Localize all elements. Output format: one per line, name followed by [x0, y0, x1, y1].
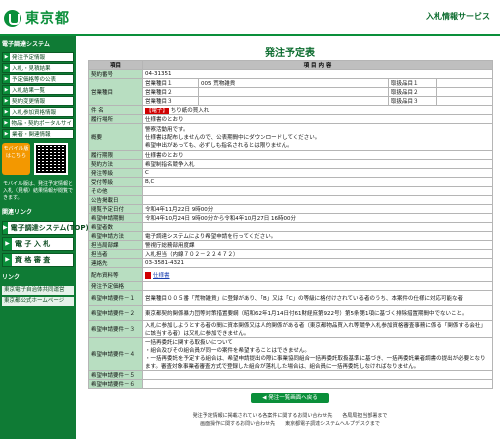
table-row: 担当者 入札担当（内線７０２－２２４７２）: [88, 249, 493, 259]
tokyo-emblem-icon: [4, 9, 21, 27]
table-row: 希望申請要件－６: [88, 379, 493, 389]
table-row: 担当局部課 警視庁総務部用度課: [88, 240, 493, 250]
table-row: 受付等級 B,C: [88, 177, 493, 187]
logo-text: 東京都: [25, 11, 70, 27]
table-header: 項目 項 目 内 容: [88, 60, 493, 70]
table-row: 契約番号 04-31351: [88, 69, 493, 79]
table-row: 配布資料等 仕様書: [88, 267, 493, 282]
footer: 発注予定情報に掲載されている各案件に関するお問い合わせ先 各局局担当部署まで 画…: [88, 412, 492, 428]
arrow-icon: ▶: [3, 254, 12, 266]
table-row: 閲覧予定日付 令和4年11月22日 9時00分: [88, 204, 493, 214]
arrow-icon: ▶: [3, 86, 10, 94]
footer-line: 画面操作に関するお問い合わせ先 東京都電子調達システムヘルプデスクまで: [200, 421, 380, 427]
table-row: 営業種目２ 取扱品目２: [89, 87, 493, 97]
table-row: 営業種目 営業種目１ 005 荒物雑貨 取扱品目１: [88, 78, 493, 106]
sidebar-links-head: 関連リンク: [2, 209, 33, 216]
sidebar-item-portal[interactable]: ▶ 物品・契約ポータルサイト: [2, 118, 74, 128]
table-row: 希望申請要件－５: [88, 370, 493, 380]
sidebar-item-vendor[interactable]: ▶ 業者・関連情報: [2, 129, 74, 139]
table-row: 発注予定価格: [88, 281, 493, 291]
sidebar-item-order-plan[interactable]: ▶ 発注予定情報: [2, 52, 74, 62]
table-row: 希望申請要件－２ 東京都契約関係暴力団等対策措置要綱（昭和62年1月14日付61財…: [88, 305, 493, 321]
link-e-gov[interactable]: 東京電子自治体共同運営: [2, 286, 74, 295]
sidebar-item-results[interactable]: ▶ 入札・見積結果: [2, 63, 74, 73]
mobile-block: モバイル版はこちら: [2, 143, 74, 175]
table-row: 履行場所 仕様書のとおり: [88, 114, 493, 124]
subject-text: ちり紙の買入れ: [170, 108, 210, 114]
spec-doc-link[interactable]: 仕様書: [153, 273, 170, 279]
overview-line: 希望申出があっても、必ずしも指名されるとは限りません。: [145, 143, 293, 149]
table-row: 希望申請要件－４ 一括再委託に関する取扱いについて ・組合及びその組合員が同一の…: [88, 337, 493, 371]
arrow-icon: ▶: [3, 64, 10, 72]
overview-line: 警察活動用です。: [145, 127, 189, 133]
sidebar-item-e-bid[interactable]: ▶ 電 子 入 札: [2, 237, 74, 251]
arrow-icon: ▶: [3, 130, 10, 138]
table-row: 連絡先 03-3581-4321: [88, 258, 493, 268]
req4-line: ・一括再委託を予定する組合は、希望申請提出の際に事業協同組合一括再委託取扱基準に…: [145, 356, 486, 370]
mobile-note: モバイル版は、発注予定情報と入札（見積）結果情報が閲覧できます。: [3, 181, 74, 201]
table-row: 概要 警察活動用です。 仕様書は配布しませんので、公表期間中にダウンロードしてく…: [88, 123, 493, 151]
arrow-icon: ▶: [3, 53, 10, 61]
qr-code-icon: [34, 143, 68, 175]
arrow-icon: ▶: [3, 108, 10, 116]
table-row: 希望申請期間 令和4年10月24日 9時00分から令和4年10月27日 16時00…: [88, 213, 493, 223]
table-row: 契約方法 希望制指名競争入札: [88, 159, 493, 169]
table-row: 希望者数: [88, 222, 493, 232]
table-row: 件 名 【電子】 ちり紙の買入れ: [88, 105, 493, 115]
footer-line: 発注予定情報に掲載されている各案件に関するお問い合わせ先 各局局担当部署まで: [192, 413, 388, 419]
header-content: 項 目 内 容: [142, 60, 493, 70]
sidebar-menu-head: 電子調達システム: [2, 41, 50, 48]
header-item: 項目: [88, 60, 143, 70]
pdf-icon: [145, 271, 151, 279]
order-detail-table: 項目 項 目 内 容 契約番号 04-31351 営業種目 営業種目１ 005 …: [88, 60, 493, 389]
electronic-tag: 【電子】: [145, 108, 170, 114]
arrow-icon: ▶: [3, 75, 10, 83]
table-row: 履行期限 仕様書のとおり: [88, 150, 493, 160]
sidebar-item-contract-change[interactable]: ▶ 契約変更情報: [2, 96, 74, 106]
table-row: 希望申請方法 電子調達システムにより希望申請を行ってください。: [88, 231, 493, 241]
table-row: 希望申請要件－１ 営業種目００５番「荒物雑貨」に登録があり、「B」又は「C」の等級…: [88, 290, 493, 306]
sidebar-links-head2: リンク: [2, 274, 21, 281]
overview-line: 仕様書は配布しませんので、公表期間中にダウンロードしてください。: [145, 135, 321, 141]
sidebar: 電子調達システム ▶ 発注予定情報 ▶ 入札・見積結果 ▶ 予定価格等の公表 ▶ 入札結…: [0, 36, 89, 439]
mobile-version-button[interactable]: モバイル版はこちら: [2, 143, 30, 175]
req4-line: 一括再委託に関する取扱いについて: [145, 340, 233, 346]
back-to-list-button[interactable]: ◀ 発注一覧画面へ戻る: [251, 393, 329, 403]
sidebar-item-screening[interactable]: ▶ 資 格 審 査: [2, 253, 74, 267]
table-row: 希望申請要件－３ 入札に参加しようとする者の間に資本関係又は人的関係がある者（東京…: [88, 320, 493, 338]
sidebar-item-price-pub[interactable]: ▶ 予定価格等の公表: [2, 74, 74, 84]
table-row: その他: [88, 186, 493, 196]
sidebar-item-result-list[interactable]: ▶ 入札結果一覧: [2, 85, 74, 95]
table-row: 公告掲載日: [88, 195, 493, 205]
service-name: 入札情報サービス: [426, 12, 490, 21]
sidebar-item-qualification[interactable]: ▶ 入札参加資格情報: [2, 107, 74, 117]
link-tokyo-official[interactable]: 東京都公式ホームページ: [2, 297, 74, 306]
table-row: 営業種目３ 取扱品目３: [89, 96, 493, 106]
main-content: 発注予定表 項目 項 目 内 容 契約番号 04-31351 営業種目 営業種目…: [88, 36, 493, 403]
arrow-icon: ▶: [3, 97, 10, 105]
req4-line: ・組合及びその組合員が同一の案件を希望することはできません。: [145, 348, 310, 354]
header: 東京都 入札情報サービス: [0, 0, 500, 34]
table-row: 発注等級 C: [88, 168, 493, 178]
arrow-icon: ▶: [3, 238, 12, 250]
page-title: 発注予定表: [265, 48, 315, 59]
tokyo-logo[interactable]: 東京都: [4, 8, 70, 28]
sidebar-item-system-top[interactable]: ▶ 電子調達システム(TOP): [2, 221, 89, 235]
